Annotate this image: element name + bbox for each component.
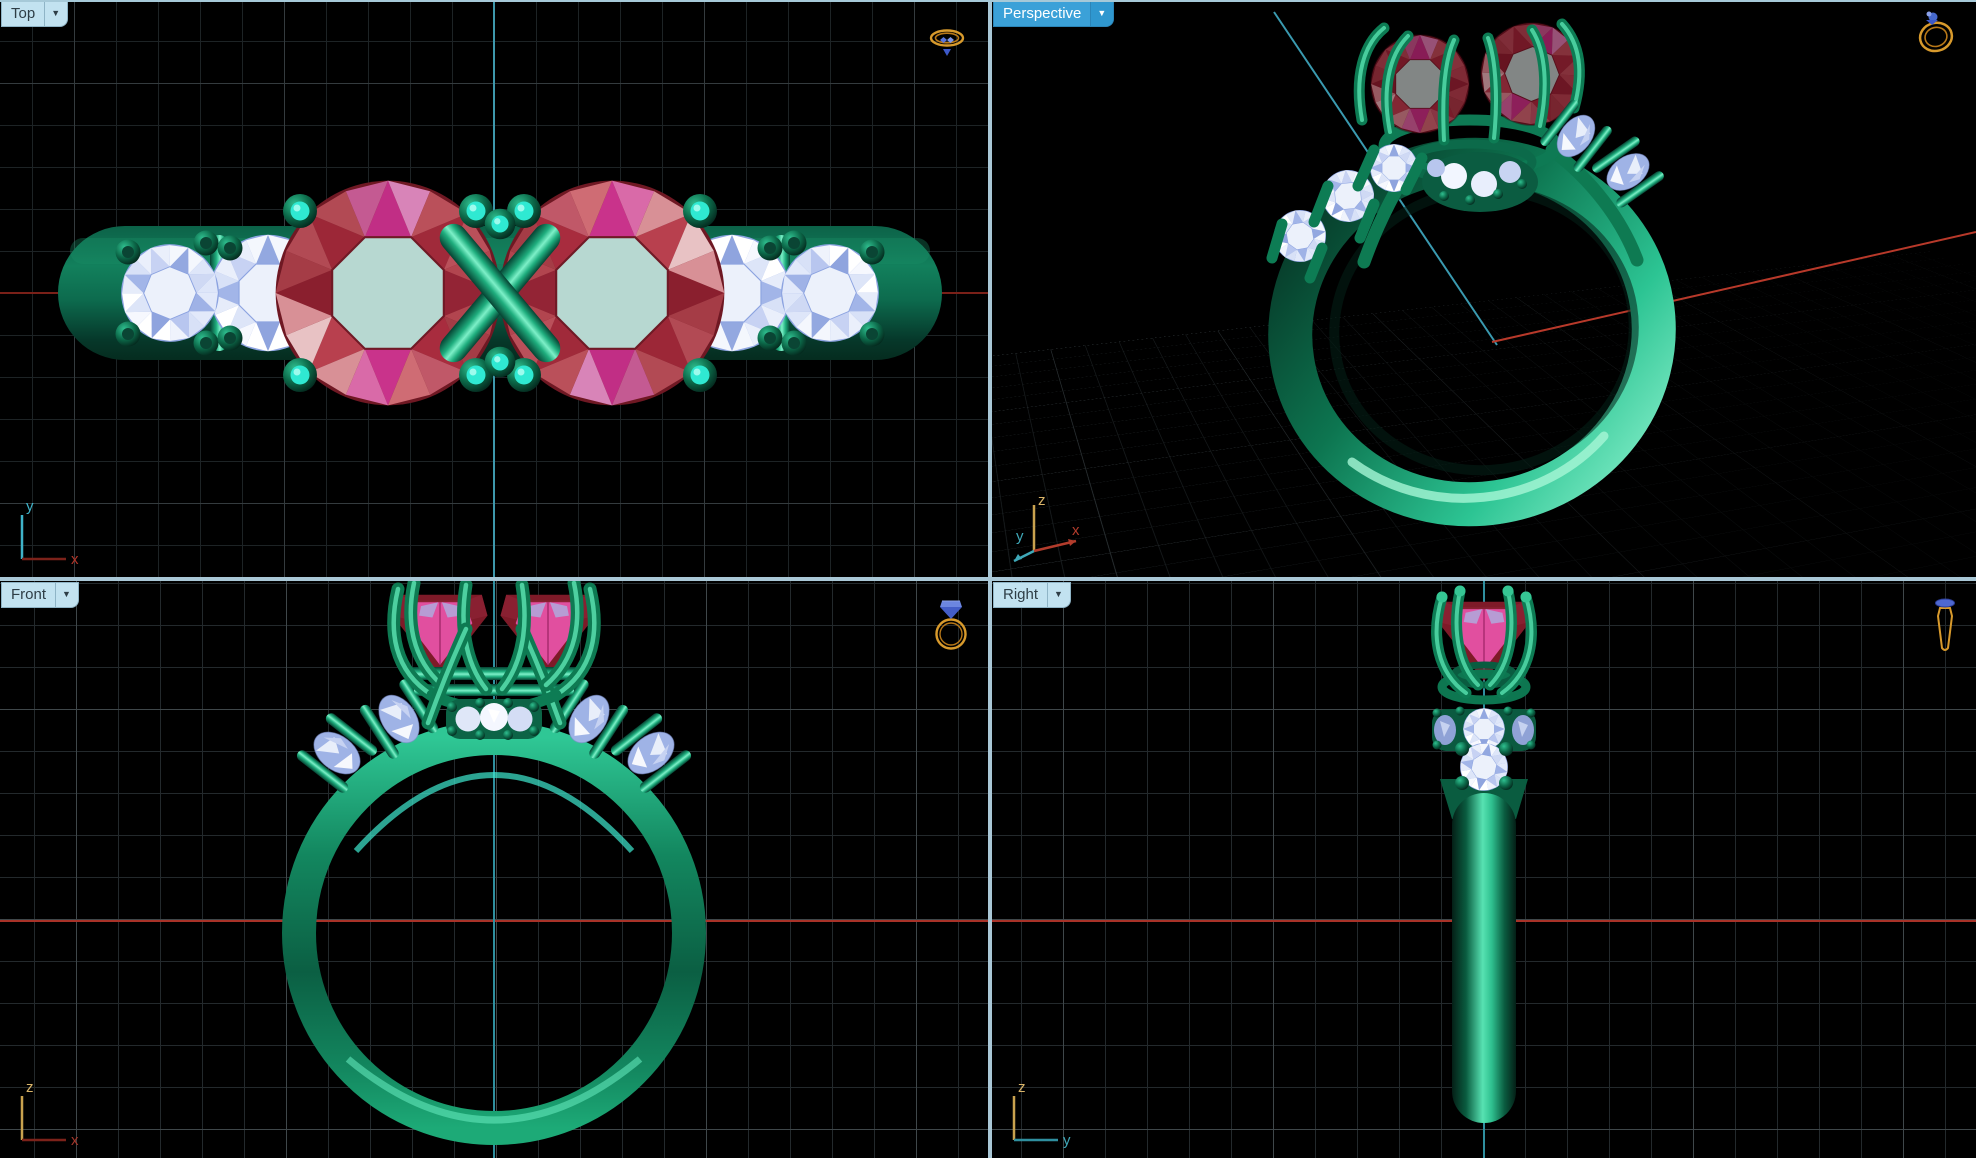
viewport-tab-right[interactable]: Right ▼ [994,583,1070,607]
viewport-tab-label[interactable]: Right [994,583,1047,607]
viewport-tab-front[interactable]: Front ▼ [2,583,78,607]
axis-label-x: x [71,1132,79,1149]
axis-label-y: y [1016,528,1024,545]
ring-model-perspective-view[interactable] [992,0,1976,577]
axis-label-x: x [71,551,79,568]
viewport-tab-dropdown-icon[interactable]: ▼ [55,583,78,607]
viewport-tab-dropdown-icon[interactable]: ▼ [1090,2,1114,26]
cad-application-window: Top ▼ y x Perspective ▼ z y x Front ▼ z … [0,0,1976,1158]
axis-label-y: y [1063,1132,1071,1149]
axis-gizmo-top: y x [20,498,79,568]
ring-model-front-view[interactable] [0,581,988,1158]
viewport-perspective[interactable]: Perspective ▼ z y x [992,0,1976,577]
ring-model-right-view[interactable] [992,581,1976,1158]
axis-label-x: x [1072,522,1080,539]
axis-gizmo-front: z x [20,1079,79,1149]
ring-orientation-icon-top [929,29,965,56]
viewport-right[interactable]: Right ▼ z y [992,581,1976,1158]
viewport-tab-label[interactable]: Top [2,2,44,26]
axis-gizmo-perspective: z y x [1013,492,1080,563]
ring-orientation-icon-perspective [1918,11,1954,53]
viewport-front[interactable]: Front ▼ z x [0,581,988,1158]
viewport-tab-dropdown-icon[interactable]: ▼ [1047,583,1070,607]
viewport-grid: Top ▼ y x Perspective ▼ z y x Front ▼ z … [0,0,1976,1158]
viewport-top[interactable]: Top ▼ y x [0,0,988,577]
viewport-tab-label[interactable]: Front [2,583,55,607]
window-top-edge [0,0,1976,2]
axis-label-z: z [1018,1079,1026,1096]
viewport-tab-perspective[interactable]: Perspective ▼ [994,2,1114,26]
axis-label-z: z [26,1079,34,1096]
axis-label-z: z [1038,492,1046,509]
viewport-tab-dropdown-icon[interactable]: ▼ [44,2,67,26]
ring-model-top-view[interactable] [0,0,988,577]
viewport-tab-top[interactable]: Top ▼ [2,2,68,26]
axis-label-y: y [26,498,34,515]
viewport-tab-label[interactable]: Perspective [994,2,1090,26]
ring-orientation-icon-front [935,600,967,650]
ring-orientation-icon-right [1935,598,1955,651]
axis-gizmo-right: z y [1012,1079,1071,1149]
